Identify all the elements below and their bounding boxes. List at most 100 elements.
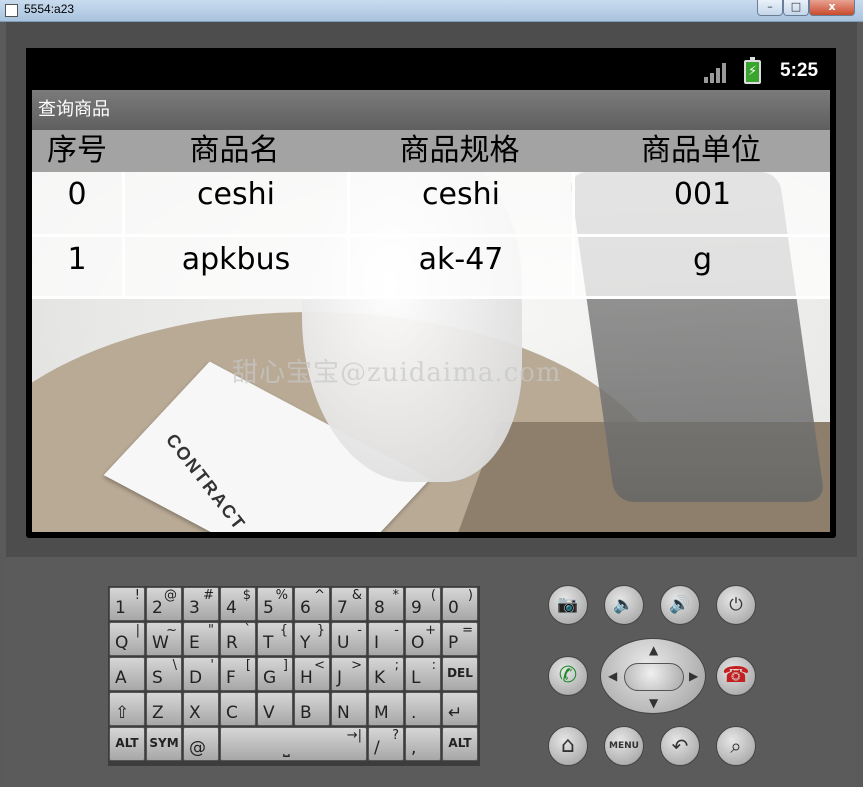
dpad-down-icon[interactable]: ▼ <box>649 696 658 710</box>
dpad-center-button[interactable] <box>624 663 684 691</box>
window-title: 5554:a23 <box>24 2 75 16</box>
key[interactable]: D ' <box>183 657 219 691</box>
minimize-button[interactable]: – <box>757 0 783 16</box>
key[interactable]: G] <box>257 657 293 691</box>
key-alt-label: $ <box>242 588 251 603</box>
key[interactable]: 1! <box>109 587 145 621</box>
key-alt-label: ; <box>394 658 399 673</box>
key[interactable]: Z <box>146 692 182 726</box>
key-alt-label: + <box>425 623 436 638</box>
key[interactable]: F[ <box>220 657 256 691</box>
key[interactable]: DEL <box>442 657 478 691</box>
alt-key[interactable]: ALT <box>109 727 145 761</box>
key[interactable]: N <box>331 692 367 726</box>
key[interactable]: K; <box>368 657 404 691</box>
close-button[interactable]: x <box>809 0 855 16</box>
key[interactable]: C <box>220 692 256 726</box>
key[interactable]: ↵ <box>442 692 478 726</box>
key-label: H <box>300 668 313 688</box>
device-screen: ⚡ 5:25 查询商品 CONTRACT 甜心宝宝@zuidaima.com 序… <box>26 48 836 538</box>
key-alt-label: ( <box>430 588 436 603</box>
window-titlebar: 5554:a23 <box>0 0 863 22</box>
key-label: 8 <box>374 598 385 618</box>
table-row[interactable]: 0 ceshi ceshi 001 <box>32 172 830 234</box>
volume-down-button[interactable]: 🔈 <box>604 585 644 625</box>
maximize-button[interactable]: □ <box>783 0 809 16</box>
key-label: X <box>189 703 201 723</box>
volume-up-button[interactable]: 🔊 <box>660 585 700 625</box>
key[interactable]: . <box>405 692 441 726</box>
cell-unit: 001 <box>673 177 732 212</box>
signal-icon <box>704 63 730 83</box>
power-button[interactable]: ⏻ <box>716 585 756 625</box>
table-row[interactable]: 1 apkbus ak-47 g <box>32 237 830 299</box>
key-alt-label: < <box>314 658 325 673</box>
key[interactable]: Y} <box>294 622 330 656</box>
key-alt-label: ) <box>467 588 473 603</box>
key[interactable]: U- <box>331 622 367 656</box>
key-label: F <box>226 668 236 688</box>
home-button[interactable]: ⌂ <box>548 726 588 766</box>
sym-key[interactable]: SYM <box>146 727 182 761</box>
key[interactable]: 2 @ <box>146 587 182 621</box>
key-label: 0 <box>448 598 459 618</box>
key[interactable]: A <box>109 657 145 691</box>
key-alt-label: - <box>357 623 362 638</box>
call-button[interactable]: ✆ <box>548 656 588 696</box>
key-alt-label: ~ <box>166 623 177 638</box>
key-label: 2 <box>152 598 163 618</box>
menu-button[interactable]: MENU <box>604 726 644 766</box>
key[interactable]: 7 & <box>331 587 367 621</box>
key[interactable]: B <box>294 692 330 726</box>
key[interactable]: R ` <box>220 622 256 656</box>
key-label: ALT <box>115 736 139 750</box>
column-header-id: 序号 <box>47 133 107 168</box>
key-alt-label: ? <box>392 728 399 743</box>
key-label: ⎵ <box>283 738 290 758</box>
key[interactable]: V <box>257 692 293 726</box>
key[interactable]: 3 # <box>183 587 219 621</box>
key-label: 4 <box>226 598 237 618</box>
key[interactable]: 8 * <box>368 587 404 621</box>
key-label: L <box>411 668 421 688</box>
key-label: / <box>374 738 380 758</box>
key-label: N <box>337 703 350 723</box>
key[interactable]: H < <box>294 657 330 691</box>
end-call-button[interactable]: ☎ <box>716 656 756 696</box>
key[interactable]: L: <box>405 657 441 691</box>
slash-key[interactable]: /? <box>368 727 404 761</box>
key[interactable]: W ~ <box>146 622 182 656</box>
back-button[interactable]: ↶ <box>660 726 700 766</box>
at-key[interactable]: @ <box>183 727 219 761</box>
key[interactable]: O + <box>405 622 441 656</box>
dpad-left-icon[interactable]: ◀ <box>608 669 617 683</box>
space-key[interactable]: ⎵ →| <box>220 727 367 761</box>
key[interactable]: E " <box>183 622 219 656</box>
key[interactable]: 9( <box>405 587 441 621</box>
column-header-unit: 商品单位 <box>641 133 761 168</box>
key[interactable]: T{ <box>257 622 293 656</box>
key[interactable]: 5% <box>257 587 293 621</box>
key[interactable]: I- <box>368 622 404 656</box>
key[interactable]: 6 ^ <box>294 587 330 621</box>
key[interactable]: Q | <box>109 622 145 656</box>
key-label: K <box>374 668 386 688</box>
dpad-right-icon[interactable]: ▶ <box>689 669 698 683</box>
dpad[interactable]: ▲ ▼ ◀ ▶ <box>600 638 706 714</box>
key-label: R <box>226 633 238 653</box>
key-label: G <box>263 668 277 688</box>
key[interactable]: 4 $ <box>220 587 256 621</box>
key[interactable]: X <box>183 692 219 726</box>
key[interactable]: J > <box>331 657 367 691</box>
key[interactable]: M <box>368 692 404 726</box>
alt-key[interactable]: ALT <box>442 727 478 761</box>
camera-button[interactable]: 📷 <box>548 585 588 625</box>
dpad-up-icon[interactable]: ▲ <box>649 643 658 657</box>
comma-key[interactable]: , <box>405 727 441 761</box>
key[interactable]: ⇧ <box>109 692 145 726</box>
key[interactable]: P = <box>442 622 478 656</box>
key-label: B <box>300 703 312 723</box>
key[interactable]: S \ <box>146 657 182 691</box>
search-button[interactable]: ⌕ <box>716 726 756 766</box>
key[interactable]: 0) <box>442 587 478 621</box>
